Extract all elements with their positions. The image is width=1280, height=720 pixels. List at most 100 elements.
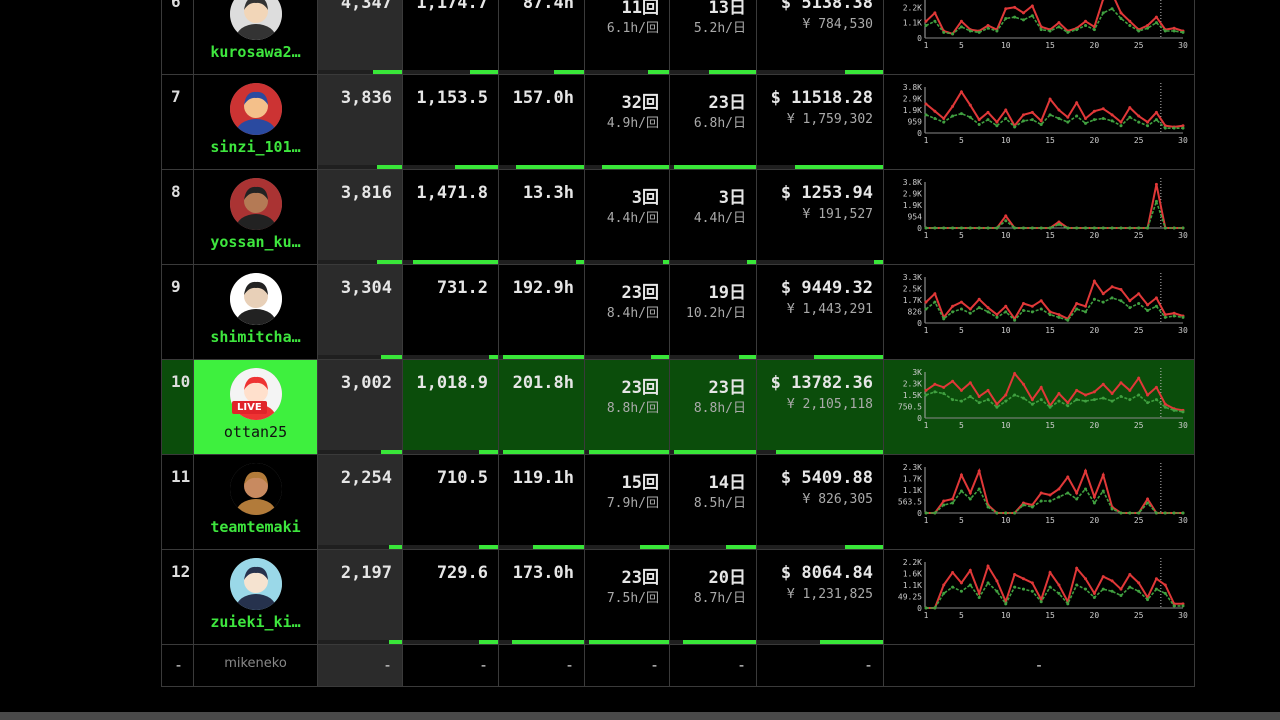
green-series-line-point — [1030, 402, 1034, 406]
x-tick-label: 1 — [924, 516, 929, 525]
user-cell[interactable]: zuieki_ki… — [194, 550, 318, 645]
red-series-line-point — [1013, 573, 1017, 577]
red-series-line-point — [1066, 475, 1070, 479]
x-tick-label: 20 — [1090, 41, 1100, 50]
user-cell[interactable]: shimitcha… — [194, 265, 318, 360]
table-row[interactable]: 10 LIVE ottan25 3,002 1,018.9 201.8h 23回 8.8h/回… — [161, 360, 1195, 455]
red-series-line-point — [1057, 21, 1061, 25]
green-series-line — [926, 581, 1183, 609]
green-series-line-point — [959, 307, 963, 311]
green-series-line-point — [1030, 589, 1034, 593]
green-series-line-point — [1004, 16, 1008, 20]
table-row[interactable]: 11 teamtemaki 2,254 710.5 119.1h 15回 7.9h/回 14日… — [161, 455, 1195, 550]
table-row[interactable]: - mikeneko - - - - - - - — [161, 645, 1195, 687]
y-tick-label: 563.5 — [898, 498, 922, 507]
x-tick-label: 5 — [959, 516, 964, 525]
user-cell[interactable]: mikeneko — [194, 645, 318, 687]
red-series-line-point — [1137, 376, 1141, 380]
green-series-line-point — [1154, 118, 1158, 122]
green-series-line-point — [1075, 307, 1079, 311]
money-value: $ 1253.94 — [780, 183, 873, 203]
green-series-line-point — [1048, 585, 1052, 589]
hours-value: 157.0h — [512, 88, 574, 108]
table-row[interactable]: 12 zuieki_ki… 2,197 729.6 173.0h 23回 7.5h/回 20日… — [161, 550, 1195, 645]
username-link[interactable]: shimitcha… — [194, 328, 317, 346]
green-series-line-point — [933, 300, 937, 304]
green-series-line-point — [1021, 308, 1025, 312]
sessions-cell: 23回 7.5h/回 — [585, 550, 670, 645]
avatar[interactable] — [230, 558, 282, 610]
green-series-line-point — [1128, 585, 1132, 589]
table-row[interactable]: 9 shimitcha… 3,304 731.2 192.9h 23回 8.4h/回 19日 1… — [161, 265, 1195, 360]
bottom-scrollbar[interactable] — [0, 712, 1280, 720]
red-series-line-point — [1110, 579, 1114, 583]
green-series-line-point — [1119, 395, 1123, 399]
y-tick-label: 0 — [917, 414, 922, 423]
green-series-line-point — [968, 226, 972, 230]
red-series-line-point — [986, 23, 990, 27]
hours-cell: 157.0h — [499, 75, 585, 170]
x-tick-label: 30 — [1178, 41, 1188, 50]
red-series-line-point — [1057, 583, 1061, 587]
red-series-line-point — [1021, 301, 1025, 305]
green-series-line-point — [1084, 23, 1088, 27]
username-link[interactable]: kurosawa2… — [194, 43, 317, 61]
money-cell: $ 8064.84 ¥ 1,231,825 — [757, 550, 884, 645]
username-link[interactable]: zuieki_ki… — [194, 613, 317, 631]
red-series-line-point — [1066, 401, 1070, 405]
green-series-line-point — [1021, 587, 1025, 591]
money-cell: $ 5138.38 ¥ 784,530 — [757, 0, 884, 75]
user-cell[interactable]: kurosawa2… — [194, 0, 318, 75]
red-series-line-point — [1146, 497, 1150, 501]
table-row[interactable]: 8 yossan_ku… 3,816 1,471.8 13.3h 3回 4.4h/回 3日 4.… — [161, 170, 1195, 265]
username-link[interactable]: mikeneko — [194, 656, 317, 671]
green-series-line-point — [1181, 126, 1185, 130]
avatar[interactable] — [230, 463, 282, 515]
green-series-line-point — [933, 116, 937, 120]
red-series-line-point — [1057, 391, 1061, 395]
red-series-line-point — [1110, 285, 1114, 289]
green-series-line-point — [1048, 405, 1052, 409]
username-link[interactable]: ottan25 — [194, 423, 317, 441]
red-series-line-point — [1137, 581, 1141, 585]
green-series-line-point — [924, 393, 928, 397]
user-cell[interactable]: yossan_ku… — [194, 170, 318, 265]
username-link[interactable]: teamtemaki — [194, 518, 317, 536]
red-series-line-point — [959, 19, 963, 23]
green-series-line-point — [1030, 310, 1034, 314]
table-row[interactable]: 6 kurosawa2… 4,347 1,174.7 87.4h 11回 6.1h/回 13日… — [161, 0, 1195, 75]
score-value: 3,304 — [340, 278, 392, 298]
green-series-line-point — [1013, 393, 1017, 397]
username-link[interactable]: sinzi_101… — [194, 138, 317, 156]
user-cell[interactable]: teamtemaki — [194, 455, 318, 550]
y-tick-label: 49.25 — [898, 593, 922, 602]
avatar[interactable] — [230, 0, 282, 40]
rank-number: 12 — [171, 562, 191, 581]
y-tick-label: 0 — [917, 319, 922, 328]
user-cell[interactable]: sinzi_101… — [194, 75, 318, 170]
red-series-line-point — [1030, 304, 1034, 308]
red-series-line-point — [1013, 5, 1017, 9]
avatar[interactable] — [230, 273, 282, 325]
green-series-line-point — [1101, 396, 1105, 400]
red-series-line-point — [959, 388, 963, 392]
avatar[interactable] — [230, 83, 282, 135]
username-link[interactable]: yossan_ku… — [194, 233, 317, 251]
green-series-line-point — [942, 503, 946, 507]
red-series-line-point — [959, 473, 963, 477]
money-cell: $ 9449.32 ¥ 1,443,291 — [757, 265, 884, 360]
green-series-line-point — [1137, 301, 1141, 305]
green-series-line-point — [1181, 315, 1185, 319]
user-cell[interactable]: LIVE ottan25 — [194, 360, 318, 455]
green-series-line-point — [986, 226, 990, 230]
green-series-line-point — [951, 114, 955, 118]
green-series-line-point — [986, 581, 990, 585]
rank-number: 10 — [171, 372, 191, 391]
table-row[interactable]: 7 sinzi_101… 3,836 1,153.5 157.0h 32回 4.9h/回 23… — [161, 75, 1195, 170]
green-series-line-point — [1110, 119, 1114, 123]
red-series-line-point — [995, 120, 999, 124]
avatar[interactable] — [230, 178, 282, 230]
green-series-line-point — [951, 32, 955, 36]
red-series-line-point — [1101, 382, 1105, 386]
x-tick-label: 25 — [1134, 611, 1144, 620]
